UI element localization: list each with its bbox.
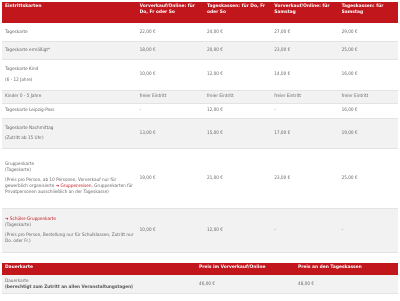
- row-sublabel: (Zutritt ab 15 Uhr): [5, 135, 44, 140]
- price-cell: 10,00 €: [136, 208, 204, 253]
- table-row: Gruppenkarte (Tageskarte) (Preis pro Per…: [2, 148, 398, 209]
- dauerkarte-table: Dauerkarte Preis im Vorverkauf/Online Pr…: [2, 263, 398, 294]
- price-cell: -: [338, 208, 398, 253]
- price-cell: 27,00 €: [271, 23, 339, 42]
- header-vorverkauf-do-fr-so: Vorverkauf/Online: für Do, Fr oder So: [136, 2, 204, 23]
- table-row: Kinder 0 - 5 Jahre freier Eintritt freie…: [2, 90, 398, 104]
- price-cell: 21,00 €: [203, 148, 272, 209]
- price-cell: 12,00 €: [203, 208, 272, 253]
- row-description: (Preis pro Person, ab 10 Personen, Vorve…: [5, 177, 134, 195]
- table-row: Tageskarte Kind (6 - 12 Jahre) 10,00 € 1…: [2, 59, 398, 91]
- row-description: (Preis pro Person, Bestellung nur für Sc…: [5, 232, 134, 244]
- price-cell: 23,00 €: [271, 41, 339, 60]
- price-cell: 16,00 €: [338, 59, 398, 91]
- price-cell: 23,00 €: [271, 148, 339, 209]
- row-label: Tageskarte Leipzig-Pass: [2, 103, 137, 119]
- price-cell: 16,00 €: [338, 103, 398, 119]
- gruppenreisen-link[interactable]: Gruppenreisen: [61, 183, 92, 188]
- row-sublabel: (berechtigt zum Zutritt an allen Veranst…: [5, 283, 133, 289]
- row-label: Tageskarte ermäßigt*: [2, 41, 137, 60]
- table-row: Tageskarte ermäßigt* 18,00 € 20,00 € 23,…: [2, 41, 398, 60]
- price-cell: 29,00 €: [338, 23, 398, 42]
- price-cell: 48,00 €: [295, 275, 398, 294]
- header-tageskasse-do-fr-so: Tageskassen: für Do, Fr oder So: [203, 2, 272, 23]
- price-cell: 19,00 €: [338, 118, 398, 149]
- price-cell: 10,00 €: [136, 59, 204, 91]
- row-sublabel: (Tageskarte): [5, 166, 31, 172]
- table-row: Dauerkarte (berechtigt zum Zutritt an al…: [2, 275, 398, 294]
- price-cell: 15,00 €: [203, 118, 272, 149]
- price-cell: 19,00 €: [136, 148, 204, 209]
- row-label-cell: Tageskarte Nachmittag (Zutritt ab 15 Uhr…: [2, 118, 137, 149]
- row-label: Tageskarte: [2, 23, 137, 42]
- row-label: Dauerkarte: [5, 277, 29, 283]
- arrow-right-icon: ➔: [55, 183, 60, 189]
- price-cell: 12,00 €: [203, 103, 272, 119]
- row-label-cell: Gruppenkarte (Tageskarte) (Preis pro Per…: [2, 148, 137, 209]
- price-cell: -: [271, 103, 339, 119]
- dauerkarte-section: Dauerkarte Preis im Vorverkauf/Online Pr…: [2, 263, 398, 294]
- row-sublabel: (6 - 12 Jahre): [5, 76, 33, 82]
- schueler-gruppenkarte-link[interactable]: Schüler-Gruppenkarte: [10, 216, 56, 221]
- price-cell: 13,00 €: [136, 118, 204, 149]
- header-tageskasse-samstag: Tageskassen: für Samstag: [338, 2, 398, 23]
- row-label: Tageskarte Kind: [5, 66, 39, 72]
- row-label: Tageskarte Nachmittag: [5, 124, 54, 130]
- row-label-cell: Dauerkarte (berechtigt zum Zutritt an al…: [2, 275, 197, 294]
- table-row: Tageskarte 22,00 € 24,00 € 27,00 € 29,00…: [2, 23, 398, 42]
- price-cell: 22,00 €: [136, 23, 204, 42]
- price-cell: 18,00 €: [136, 41, 204, 60]
- price-cell: -: [271, 208, 339, 253]
- ticket-price-table: Eintrittskarten Vorverkauf/Online: für D…: [2, 2, 398, 253]
- table-row: ➔ Schüler-Gruppenkarte (Tageskarte) (Pre…: [2, 208, 398, 253]
- price-cell: 20,00 €: [203, 41, 272, 60]
- header-vorverkauf-samstag: Vorverkauf/Online: für Samstag: [271, 2, 339, 23]
- row-sublabel: (Tageskarte): [5, 221, 31, 227]
- price-cell: -: [136, 103, 204, 119]
- row-label-cell: Tageskarte Kind (6 - 12 Jahre): [2, 59, 137, 91]
- table-row: Tageskarte Nachmittag (Zutritt ab 15 Uhr…: [2, 118, 398, 149]
- arrow-right-icon: ➔: [5, 215, 9, 221]
- price-cell: 14,00 €: [271, 59, 339, 91]
- price-cell: freier Eintritt: [136, 90, 204, 104]
- header-dauerkarte: Dauerkarte: [2, 263, 197, 275]
- row-label: Kinder 0 - 5 Jahre: [2, 90, 137, 104]
- row-label: Gruppenkarte: [5, 160, 35, 166]
- price-cell: 25,00 €: [338, 148, 398, 209]
- price-cell: 46,00 €: [196, 275, 296, 294]
- ticket-prices: Eintrittskarten Vorverkauf/Online: für D…: [2, 2, 398, 253]
- price-cell: freier Eintritt: [271, 90, 339, 104]
- header-eintrittskarten: Eintrittskarten: [2, 2, 137, 23]
- price-cell: 25,00 €: [338, 41, 398, 60]
- row-label-cell: ➔ Schüler-Gruppenkarte (Tageskarte) (Pre…: [2, 208, 137, 253]
- header-preis-tageskasse: Preis an den Tageskassen: [295, 263, 398, 275]
- price-cell: 17,00 €: [271, 118, 339, 149]
- header-preis-vorverkauf: Preis im Vorverkauf/Online: [196, 263, 296, 275]
- price-cell: 24,00 €: [203, 23, 272, 42]
- price-cell: 12,00 €: [203, 59, 272, 91]
- price-cell: freier Eintritt: [203, 90, 272, 104]
- table-row: Tageskarte Leipzig-Pass - 12,00 € - 16,0…: [2, 103, 398, 119]
- price-cell: freier Eintritt: [338, 90, 398, 104]
